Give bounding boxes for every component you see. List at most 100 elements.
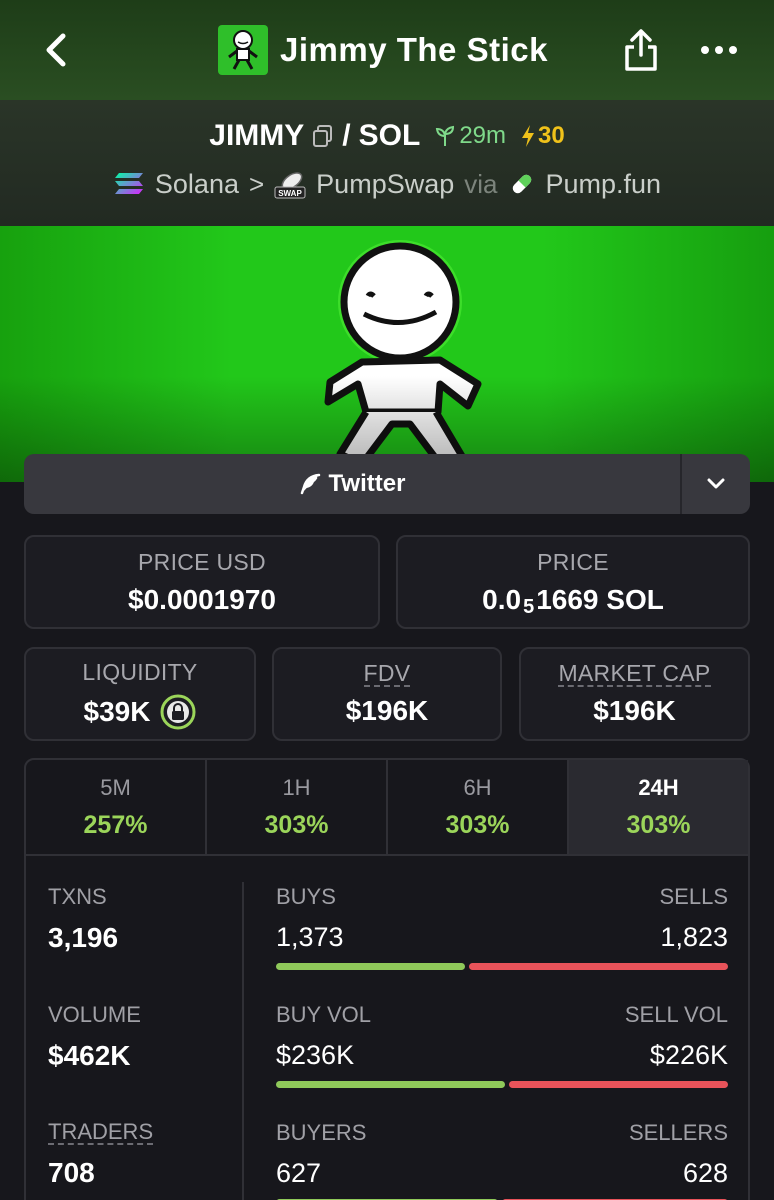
sell-vol-label: SELL VOL	[624, 1002, 728, 1027]
sell-vol-bar	[509, 1081, 728, 1088]
pair-age-value: 29m	[459, 122, 506, 149]
buy-sell-volume-bar	[276, 1081, 728, 1088]
buyers-value: 627	[276, 1158, 322, 1188]
pair-separator: /	[342, 119, 351, 152]
back-button[interactable]	[34, 28, 78, 72]
price-usd-label: PRICE USD	[138, 548, 266, 575]
price-native-card: PRICE 0.0 5 1669 SOL	[396, 535, 750, 629]
chevron-left-icon	[46, 33, 66, 67]
sells-value: 1,823	[660, 922, 728, 952]
txns-value: 3,196	[48, 922, 119, 953]
traders-label: TRADERS	[48, 1119, 154, 1146]
buys-label: BUYS	[276, 884, 336, 909]
timeframe-stats-panel: 5M 257% 1H 303% 6H 303% 24H 303% TXNS 3,…	[24, 758, 750, 1200]
chevron-right-icon: >	[248, 168, 265, 199]
volume-label: VOLUME	[48, 1002, 141, 1027]
price-native-label: PRICE	[537, 548, 609, 575]
via-text: via	[464, 168, 498, 199]
txns-stat: TXNS 3,196	[48, 884, 118, 954]
copy-icon[interactable]	[312, 124, 334, 148]
liquidity-label: LIQUIDITY	[82, 658, 198, 685]
sell-vol-value: $226K	[649, 1040, 728, 1070]
fdv-card[interactable]: FDV $196K	[272, 647, 502, 741]
traders-stat[interactable]: TRADERS 708	[48, 1119, 154, 1189]
tab-label: 24H	[638, 774, 679, 800]
seedling-icon	[436, 125, 455, 146]
market-cap-card[interactable]: MARKET CAP $196K	[519, 647, 750, 741]
volume-stat: VOLUME $462K	[48, 1002, 141, 1072]
twitter-label: Twitter	[328, 470, 406, 497]
launchpad-name[interactable]: Pump.fun	[546, 169, 662, 200]
more-options-button[interactable]	[694, 26, 744, 74]
price-native-zero-count: 5	[523, 596, 535, 618]
tab-label: 5M	[100, 774, 131, 800]
price-native-prefix: 0.0	[482, 583, 522, 615]
tab-6h[interactable]: 6H 303%	[388, 760, 569, 854]
price-native-suffix: 1669 SOL	[536, 583, 664, 615]
tab-label: 1H	[282, 774, 311, 800]
market-cap-label: MARKET CAP	[558, 659, 711, 688]
pair-info-bar: JIMMY / SOL 29m 30 Solana > SWAP PumpSwa…	[0, 100, 774, 226]
liquidity-value: $39K	[83, 695, 151, 727]
top-bar: Jimmy The Stick	[0, 0, 774, 100]
solana-icon	[114, 173, 143, 194]
share-button[interactable]	[616, 24, 666, 76]
tab-price-change: 303%	[445, 810, 510, 839]
market-cap-value: $196K	[593, 695, 676, 727]
buys-sells-bar	[276, 963, 728, 970]
buy-sell-volume-split: BUY VOL SELL VOL $236K $226K	[276, 1002, 728, 1088]
more-socials-toggle[interactable]	[682, 454, 750, 514]
quote-token-symbol: SOL	[358, 119, 421, 152]
buys-sells-split: BUYS SELLS 1,373 1,823	[276, 884, 728, 970]
lightning-icon	[522, 125, 534, 147]
more-horizontal-icon	[701, 46, 737, 54]
tab-price-change: 257%	[83, 810, 148, 839]
tab-price-change: 303%	[626, 810, 691, 839]
pair-age: 29m	[434, 122, 506, 150]
tab-price-change: 303%	[264, 810, 329, 839]
txns-label: TXNS	[48, 884, 107, 909]
pumpswap-icon: SWAP	[274, 172, 306, 199]
twitter-button[interactable]: Twitter	[24, 454, 680, 514]
page-title: Jimmy The Stick	[280, 31, 548, 68]
price-usd-value: $0.0001970	[128, 583, 276, 615]
liquidity-value-row: $39K	[84, 694, 197, 730]
buy-vol-bar	[276, 1081, 505, 1088]
fdv-value: $196K	[345, 695, 429, 727]
liquidity-card: LIQUIDITY $39K	[24, 647, 256, 741]
buys-value: 1,373	[276, 922, 344, 952]
dex-name[interactable]: PumpSwap	[316, 169, 454, 200]
price-usd-card: PRICE USD $0.0001970	[24, 535, 380, 629]
social-links-bar: Twitter	[24, 454, 750, 514]
timeframe-tabs: 5M 257% 1H 303% 6H 303% 24H 303%	[26, 760, 748, 856]
lock-icon[interactable]	[160, 694, 196, 730]
pill-icon	[512, 174, 531, 194]
sells-bar	[469, 963, 728, 970]
chain-breadcrumb: Solana > SWAP PumpSwap via Pump.fun	[0, 164, 774, 204]
sellers-value: 628	[682, 1158, 728, 1188]
traders-value: 708	[48, 1157, 95, 1189]
price-native-value: 0.0 5 1669 SOL	[482, 583, 664, 619]
boost-badge[interactable]: 30	[520, 122, 565, 150]
chevron-down-icon	[707, 478, 725, 489]
chain-name[interactable]: Solana	[155, 169, 239, 200]
volume-value: $462K	[48, 1040, 131, 1071]
base-token-symbol: JIMMY	[209, 119, 305, 152]
token-logo	[218, 25, 268, 75]
fdv-label: FDV	[363, 659, 411, 688]
stats-divider	[242, 882, 244, 1200]
tab-label: 6H	[463, 774, 492, 800]
buys-bar	[276, 963, 465, 970]
tab-24h[interactable]: 24H 303%	[569, 760, 748, 854]
tab-1h[interactable]: 1H 303%	[207, 760, 388, 854]
tab-5m[interactable]: 5M 257%	[26, 760, 207, 854]
pair-row: JIMMY / SOL 29m 30	[0, 116, 774, 156]
buy-vol-value: $236K	[276, 1040, 355, 1070]
sells-label: SELLS	[659, 884, 729, 909]
feather-icon	[300, 473, 320, 495]
buyers-sellers-split: BUYERS SELLERS 627 628	[276, 1120, 728, 1200]
svg-text:SWAP: SWAP	[278, 189, 302, 198]
share-icon	[625, 29, 657, 71]
buy-vol-label: BUY VOL	[276, 1002, 371, 1027]
sellers-label: SELLERS	[628, 1120, 728, 1145]
